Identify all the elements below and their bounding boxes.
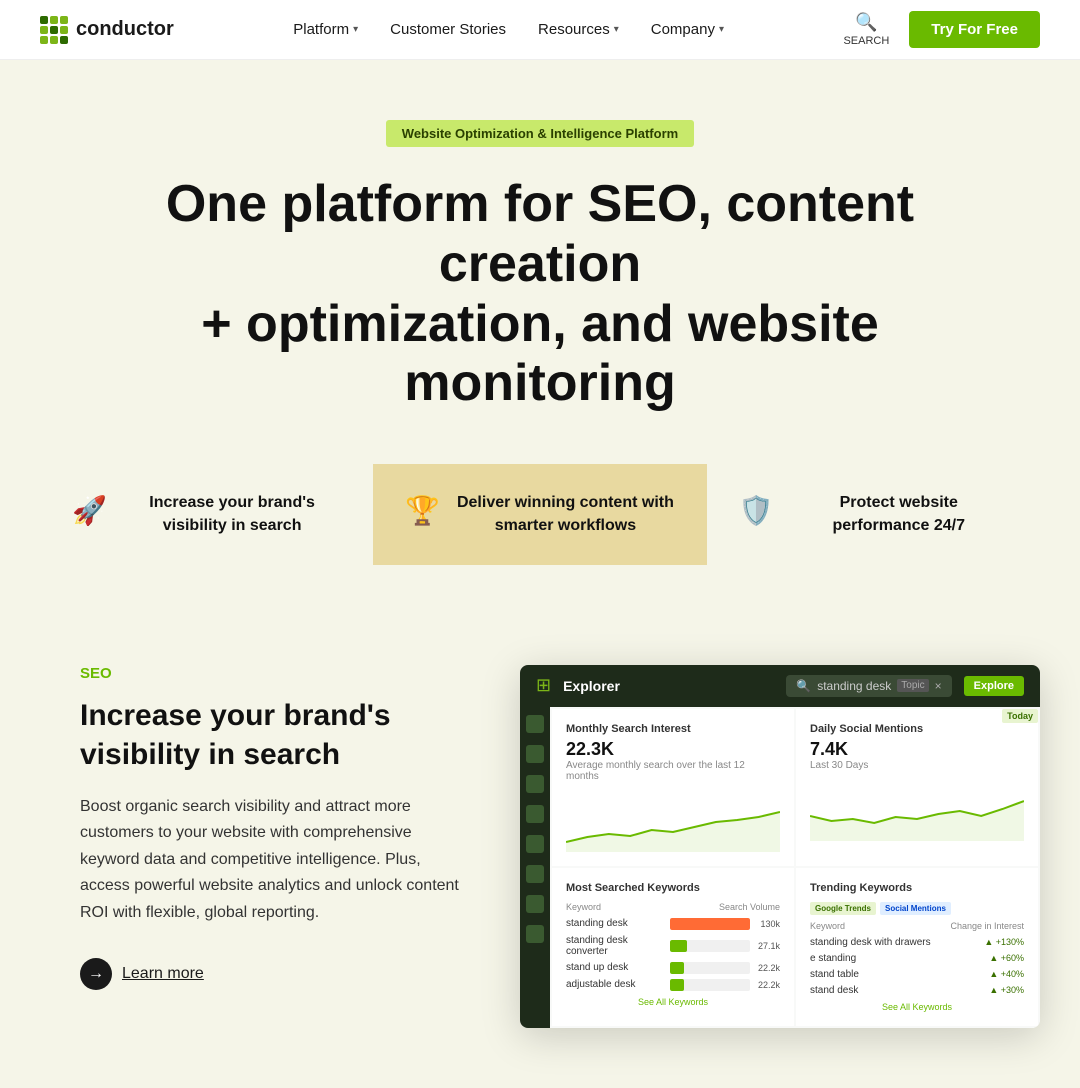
hero-title: One platform for SEO, content creation +…: [160, 175, 920, 414]
monthly-search-sub: Average monthly search over the last 12 …: [566, 760, 780, 782]
most-searched-header: Most Searched Keywords: [566, 882, 780, 894]
trend-row: stand table ▲ +40%: [810, 969, 1024, 980]
search-button[interactable]: 🔍 SEARCH: [843, 12, 889, 47]
conductor-logo-icon: ⊞: [536, 675, 551, 696]
navbar: conductor Platform ▾ Customer Stories Re…: [0, 0, 1080, 60]
section-label: SEO: [80, 665, 460, 682]
social-mentions-panel: Daily Social Mentions 7.4K Last 30 Days …: [796, 709, 1038, 866]
sidebar-icon: [526, 925, 544, 943]
nav-links: Platform ▾ Customer Stories Resources ▾ …: [293, 21, 724, 38]
explore-button[interactable]: Explore: [964, 676, 1024, 696]
social-mentions-chart: [810, 781, 1024, 841]
learn-more-link[interactable]: → Learn more: [80, 958, 460, 990]
nav-actions: 🔍 SEARCH Try For Free: [843, 11, 1040, 48]
social-mentions-sub: Last 30 Days: [810, 760, 1024, 771]
logo-grid: [40, 16, 68, 44]
feature-card-seo[interactable]: 🚀 Increase your brand's visibility in se…: [40, 464, 373, 565]
see-all-keywords-link[interactable]: See All Keywords: [566, 997, 780, 1007]
logo-text: conductor: [76, 18, 174, 41]
chevron-down-icon: ▾: [719, 24, 724, 35]
most-searched-panel: Most Searched Keywords Keyword Search Vo…: [552, 868, 794, 1026]
sidebar-icon: [526, 745, 544, 763]
dashboard-panel: ⊞ Explorer 🔍 standing desk Topic × Explo…: [520, 665, 1040, 1028]
topic-badge: Topic: [897, 679, 928, 692]
dashboard-topbar: ⊞ Explorer 🔍 standing desk Topic × Explo…: [520, 665, 1040, 707]
today-badge: Today: [1002, 709, 1038, 723]
trending-header: Trending Keywords: [810, 882, 1024, 894]
content-body: Boost organic search visibility and attr…: [80, 794, 460, 926]
keyword-row: standing desk converter 27.1k: [566, 935, 780, 957]
trophy-icon: 🏆: [405, 494, 440, 527]
most-searched-title: Most Searched Keywords: [566, 882, 700, 894]
sidebar-icon: [526, 865, 544, 883]
dashboard-grid: Monthly Search Interest 22.3K Average mo…: [550, 707, 1040, 1028]
social-mentions-title: Daily Social Mentions: [810, 723, 1024, 735]
monthly-search-panel: Monthly Search Interest 22.3K Average mo…: [552, 709, 794, 866]
sidebar-icon: [526, 895, 544, 913]
monthly-search-value: 22.3K: [566, 739, 780, 760]
trend-row: standing desk with drawers ▲ +130%: [810, 937, 1024, 948]
sidebar-icon: [526, 775, 544, 793]
logo[interactable]: conductor: [40, 16, 174, 44]
dashboard-content: Monthly Search Interest 22.3K Average mo…: [550, 707, 1040, 1028]
dashboard-body: Monthly Search Interest 22.3K Average mo…: [520, 707, 1040, 1028]
hero-badge: Website Optimization & Intelligence Plat…: [386, 120, 694, 147]
close-icon: ×: [935, 679, 942, 693]
trend-badges: Google Trends Social Mentions: [810, 902, 1024, 915]
try-free-button[interactable]: Try For Free: [909, 11, 1040, 48]
chevron-down-icon: ▾: [614, 24, 619, 35]
nav-company[interactable]: Company ▾: [651, 21, 724, 38]
social-mentions-value: 7.4K: [810, 739, 1024, 760]
rocket-icon: 🚀: [72, 494, 107, 527]
nav-resources[interactable]: Resources ▾: [538, 21, 619, 38]
chevron-down-icon: ▾: [353, 24, 358, 35]
trending-keywords-panel: Trending Keywords Google Trends Social M…: [796, 868, 1038, 1026]
nav-customer-stories[interactable]: Customer Stories: [390, 21, 506, 38]
sidebar-icon: [526, 805, 544, 823]
dashboard-title: Explorer: [563, 678, 774, 694]
trend-row: stand desk ▲ +30%: [810, 985, 1024, 996]
keyword-row: stand up desk 22.2k: [566, 962, 780, 974]
google-trends-badge: Google Trends: [810, 902, 876, 915]
search-icon: 🔍: [796, 679, 811, 693]
nav-platform[interactable]: Platform ▾: [293, 21, 358, 38]
monthly-search-chart: [566, 792, 780, 852]
keyword-row: adjustable desk 22.2k: [566, 979, 780, 991]
arrow-circle-icon: →: [80, 958, 112, 990]
keyword-row: standing desk 130k: [566, 918, 780, 930]
sidebar-icon: [526, 715, 544, 733]
trending-cols: Keyword Change in Interest: [810, 921, 1024, 931]
feature-card-content[interactable]: 🏆 Deliver winning content with smarter w…: [373, 464, 706, 565]
dashboard-search[interactable]: 🔍 standing desk Topic ×: [786, 675, 951, 697]
monthly-search-title: Monthly Search Interest: [566, 723, 780, 735]
hero-section: Website Optimization & Intelligence Plat…: [0, 60, 1080, 605]
most-searched-cols: Keyword Search Volume: [566, 902, 780, 912]
feature-card-monitoring[interactable]: 🛡️ Protect website performance 24/7: [707, 464, 1040, 565]
social-mentions-badge: Social Mentions: [880, 902, 951, 915]
main-content: SEO Increase your brand's visibility in …: [0, 605, 1080, 1088]
feature-cards: 🚀 Increase your brand's visibility in se…: [20, 464, 1060, 565]
content-title: Increase your brand's visibility in sear…: [80, 696, 460, 774]
shield-icon: 🛡️: [739, 494, 774, 527]
trending-title: Trending Keywords: [810, 882, 912, 894]
content-left: SEO Increase your brand's visibility in …: [80, 665, 460, 990]
search-icon: 🔍: [855, 12, 877, 33]
trend-row: e standing ▲ +60%: [810, 953, 1024, 964]
content-right: ⊞ Explorer 🔍 standing desk Topic × Explo…: [520, 665, 1040, 1028]
sidebar-icon: [526, 835, 544, 853]
dashboard-sidebar: [520, 707, 550, 1028]
see-all-trending-link[interactable]: See All Keywords: [810, 1002, 1024, 1012]
